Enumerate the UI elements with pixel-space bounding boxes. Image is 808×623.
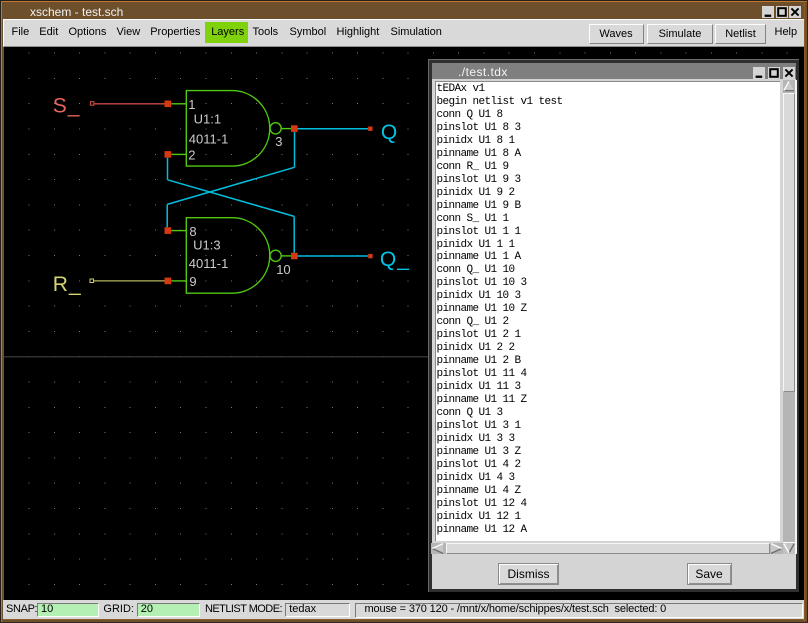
svg-text:3: 3 [275,133,282,148]
svg-text:10: 10 [276,262,290,277]
svg-text:8: 8 [189,223,196,238]
svg-text:U1:1: U1:1 [194,111,221,126]
svg-text:1: 1 [188,97,195,112]
svg-text:Q_: Q_ [380,248,410,271]
svg-text:S_: S_ [53,94,81,117]
svg-text:2: 2 [188,147,195,162]
svg-text:U1:3: U1:3 [193,237,220,252]
svg-text:Q: Q [381,120,397,143]
svg-text:9: 9 [189,274,196,289]
svg-text:R_: R_ [53,273,82,296]
svg-text:4011-1: 4011-1 [189,131,229,146]
svg-text:4011-1: 4011-1 [189,255,229,270]
